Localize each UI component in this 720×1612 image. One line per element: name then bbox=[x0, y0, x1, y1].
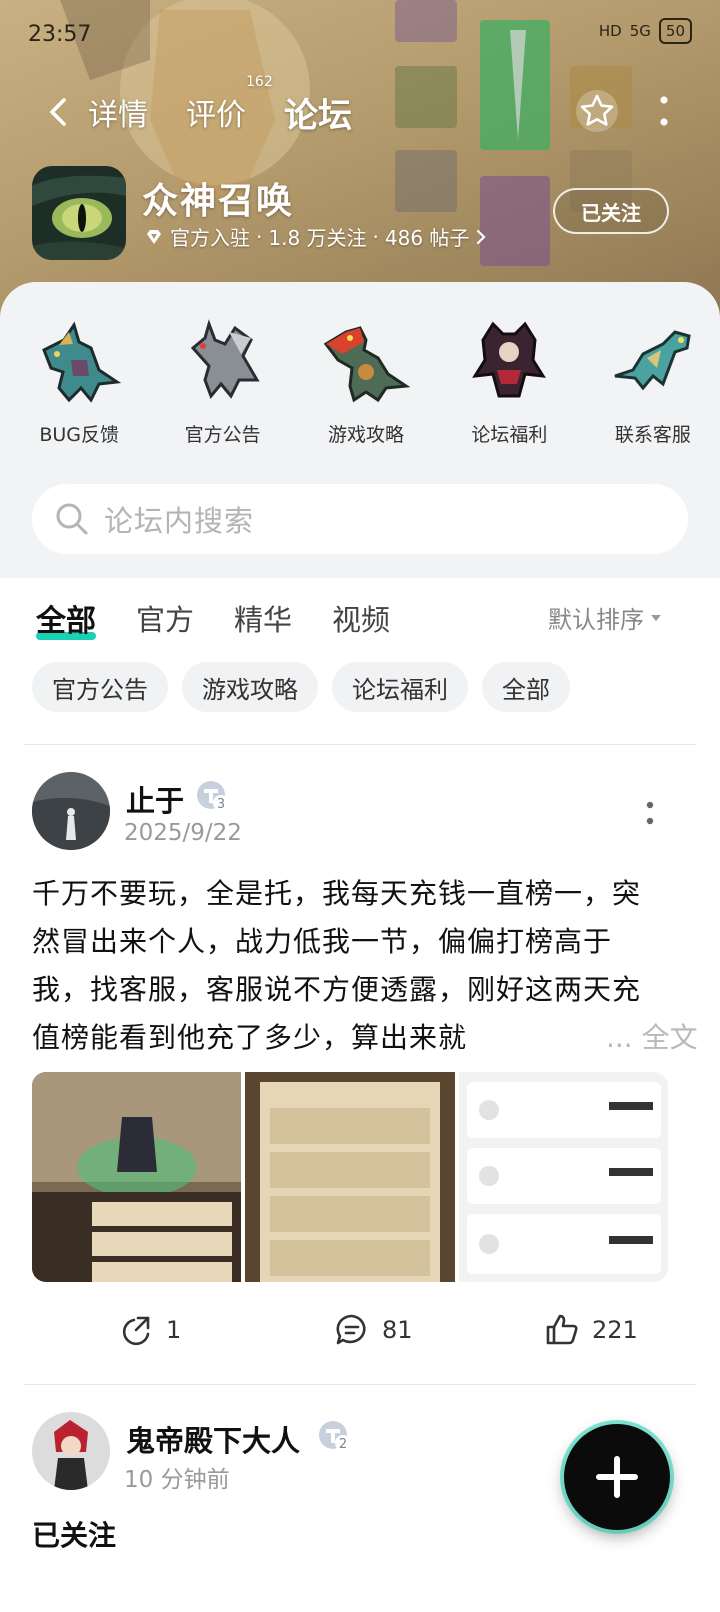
official-label: 官方入驻 bbox=[170, 226, 250, 250]
post-image[interactable] bbox=[245, 1072, 455, 1282]
app-icon bbox=[32, 166, 126, 260]
like-button[interactable]: 221 bbox=[544, 1312, 638, 1348]
category-customer-service[interactable]: 联系客服 bbox=[586, 310, 720, 447]
reviews-count-badge: 162 bbox=[246, 74, 273, 90]
meta-separator: · bbox=[256, 224, 263, 249]
tab-details-label: 详情 bbox=[88, 98, 148, 133]
category-label: 联系客服 bbox=[614, 424, 691, 446]
post-image[interactable] bbox=[32, 1072, 242, 1282]
like-count: 221 bbox=[592, 1316, 638, 1344]
status-time: 23:57 bbox=[28, 22, 92, 47]
category-bug-report[interactable]: BUG反馈 bbox=[12, 310, 146, 447]
dragon-teal-icon bbox=[42, 321, 122, 403]
sort-label: 默认排序 bbox=[548, 606, 644, 634]
post-actions: 1 81 221 bbox=[0, 1312, 720, 1356]
tab-featured[interactable]: 精华 bbox=[234, 597, 292, 639]
forum-panel: BUG反馈 官方公告 游戏攻略 论坛福利 联系客服 论坛内搜索 bbox=[0, 282, 720, 578]
status-indicators: HD 5G 50 bbox=[599, 18, 692, 44]
level-badge-icon: 3 bbox=[197, 781, 229, 812]
tab-forum[interactable]: 论坛 bbox=[284, 88, 352, 139]
game-screenshot bbox=[245, 1072, 455, 1282]
chevron-right-icon bbox=[477, 229, 486, 244]
category-label: 论坛福利 bbox=[471, 424, 548, 446]
comment-count: 81 bbox=[382, 1316, 413, 1344]
filter-all[interactable]: 全部 bbox=[482, 662, 570, 712]
meta-separator: · bbox=[372, 224, 379, 249]
category-row: BUG反馈 官方公告 游戏攻略 论坛福利 联系客服 bbox=[0, 310, 720, 447]
tab-official[interactable]: 官方 bbox=[136, 597, 194, 639]
author-name[interactable]: 止于 bbox=[126, 778, 184, 820]
category-announcements[interactable]: 官方公告 bbox=[155, 310, 289, 447]
search-input[interactable]: 论坛内搜索 bbox=[32, 484, 688, 554]
filter-benefits[interactable]: 论坛福利 bbox=[332, 662, 468, 712]
more-vertical-icon[interactable] bbox=[658, 94, 670, 128]
game-screenshot bbox=[32, 1072, 242, 1282]
star-icon[interactable] bbox=[574, 88, 620, 134]
follow-button[interactable]: 已关注 bbox=[553, 188, 669, 234]
category-benefits[interactable]: 论坛福利 bbox=[442, 310, 576, 447]
create-post-button[interactable] bbox=[564, 1424, 670, 1530]
more-vertical-icon[interactable] bbox=[644, 800, 656, 826]
tab-all[interactable]: 全部 bbox=[36, 596, 96, 640]
share-icon bbox=[122, 1316, 150, 1346]
post-image[interactable] bbox=[458, 1072, 668, 1282]
app-header: 23:57 HD 5G 50 详情 评价 162 论坛 众神召唤 官方入驻 · … bbox=[0, 0, 720, 330]
read-more-link[interactable]: ... 全文 bbox=[566, 1014, 698, 1062]
comment-button[interactable]: 81 bbox=[334, 1312, 413, 1348]
tab-details[interactable]: 详情 bbox=[88, 90, 148, 134]
divider bbox=[24, 1384, 696, 1385]
share-count: 1 bbox=[166, 1316, 182, 1344]
author-name[interactable]: 鬼帝殿下大人 bbox=[126, 1418, 300, 1460]
post-body[interactable]: 已关注 bbox=[32, 1514, 116, 1554]
header-background-art bbox=[60, 0, 632, 266]
post-time: 2025/9/22 bbox=[124, 820, 242, 846]
header-nav: 详情 评价 162 论坛 bbox=[40, 74, 390, 142]
diamond-icon bbox=[147, 229, 161, 244]
category-label: 官方公告 bbox=[184, 424, 261, 446]
filter-chips: 官方公告 游戏攻略 论坛福利 全部 bbox=[32, 662, 570, 712]
level-badge-icon: 2 bbox=[319, 1421, 351, 1452]
tab-reviews[interactable]: 评价 162 bbox=[186, 74, 273, 134]
filter-announcements[interactable]: 官方公告 bbox=[32, 662, 168, 712]
divider bbox=[24, 744, 696, 745]
signal-indicator: 5G bbox=[629, 22, 651, 40]
level-number: 3 bbox=[217, 797, 225, 812]
search-icon bbox=[56, 503, 88, 535]
category-label: 游戏攻略 bbox=[328, 424, 405, 446]
share-button[interactable]: 1 bbox=[118, 1312, 181, 1348]
dragon-dark-icon bbox=[472, 321, 547, 398]
category-guides[interactable]: 游戏攻略 bbox=[299, 310, 433, 447]
app-meta[interactable]: 官方入驻 · 1.8 万关注 · 486 帖子 bbox=[144, 222, 487, 251]
followers-count: 1.8 万关注 bbox=[268, 226, 367, 250]
like-icon bbox=[546, 1314, 578, 1345]
avatar-image bbox=[32, 1412, 110, 1490]
caret-down-icon bbox=[651, 614, 661, 621]
posts-count: 486 帖子 bbox=[384, 226, 470, 250]
comment-icon bbox=[336, 1314, 366, 1345]
back-icon[interactable] bbox=[40, 94, 76, 130]
receipt-screenshot bbox=[458, 1072, 668, 1282]
tab-video[interactable]: 视频 bbox=[332, 597, 390, 639]
dragon-grey-icon bbox=[190, 319, 260, 399]
dragon-red-icon bbox=[323, 326, 411, 403]
dragon-aqua-icon bbox=[614, 330, 691, 391]
content-tabs: 全部 官方 精华 视频 bbox=[36, 596, 430, 640]
search-placeholder: 论坛内搜索 bbox=[104, 504, 255, 538]
post-time: 10 分钟前 bbox=[124, 1467, 230, 1493]
avatar[interactable] bbox=[32, 1412, 110, 1490]
avatar[interactable] bbox=[32, 772, 110, 850]
category-label: BUG反馈 bbox=[39, 424, 120, 446]
battery-indicator: 50 bbox=[658, 18, 692, 44]
sort-dropdown[interactable]: 默认排序 bbox=[548, 600, 662, 635]
level-number: 2 bbox=[339, 1437, 347, 1452]
avatar-image bbox=[32, 772, 110, 850]
tab-reviews-label: 评价 bbox=[186, 98, 246, 133]
filter-guides[interactable]: 游戏攻略 bbox=[182, 662, 318, 712]
app-title: 众神召唤 bbox=[142, 181, 295, 222]
hd-indicator: HD bbox=[598, 22, 622, 40]
tab-forum-label: 论坛 bbox=[284, 95, 352, 136]
post-images bbox=[32, 1072, 668, 1282]
plus-icon bbox=[596, 1456, 638, 1498]
dragon-eye-icon bbox=[32, 166, 126, 260]
